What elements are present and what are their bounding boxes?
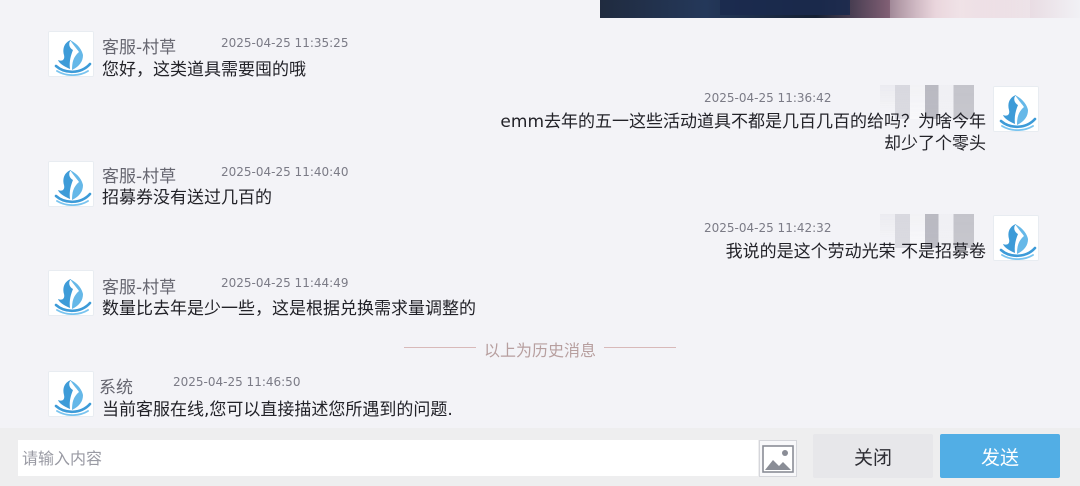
- message-input-bar: 关闭 发送: [0, 428, 1080, 486]
- message-text: 数量比去年是少一些，这是根据兑换需求量调整的: [102, 299, 476, 319]
- whale-avatar-icon: [993, 215, 1039, 261]
- message-timestamp: 2025-04-25 11:36:42: [704, 91, 832, 105]
- message-text: 招募券没有送过几百的: [102, 188, 272, 208]
- whale-avatar-icon: [993, 86, 1039, 132]
- image-upload-icon: [762, 444, 794, 473]
- whale-avatar-icon: [48, 270, 94, 316]
- message-timestamp: 2025-04-25 11:35:25: [221, 36, 349, 50]
- message-text: 我说的是这个劳动光荣 不是招募卷: [725, 242, 986, 262]
- whale-avatar-icon: [48, 371, 94, 417]
- sender-name: 系统: [99, 378, 133, 398]
- sender-name: 客服-村草: [102, 38, 177, 58]
- message-timestamp: 2025-04-25 11:42:32: [704, 221, 832, 235]
- sender-name: 客服-村草: [102, 278, 177, 298]
- message-text: 当前客服在线,您可以直接描述您所遇到的问题.: [102, 400, 453, 420]
- sender-name: 客服-村草: [102, 167, 177, 187]
- customer-service-chat-window: 客服-村草 2025-04-25 11:35:25 您好，这类道具需要囤的哦 2…: [0, 0, 1080, 486]
- send-button[interactable]: 发送: [940, 434, 1060, 478]
- message-text: 您好，这类道具需要囤的哦: [102, 60, 306, 80]
- message-input[interactable]: [18, 440, 758, 476]
- message-timestamp: 2025-04-25 11:46:50: [173, 375, 301, 389]
- message-timestamp: 2025-04-25 11:44:49: [221, 276, 349, 290]
- close-button[interactable]: 关闭: [813, 434, 933, 478]
- message-text: emm去年的五一这些活动道具不都是几百几百的给吗？为啥今年却少了个零头: [500, 112, 986, 154]
- whale-avatar-icon: [48, 31, 94, 77]
- chat-message-area: 客服-村草 2025-04-25 11:35:25 您好，这类道具需要囤的哦 2…: [0, 0, 1080, 428]
- history-divider: 以上为历史消息: [404, 337, 676, 360]
- message-timestamp: 2025-04-25 11:40:40: [221, 165, 349, 179]
- whale-avatar-icon: [48, 161, 94, 207]
- image-upload-button[interactable]: [759, 440, 797, 477]
